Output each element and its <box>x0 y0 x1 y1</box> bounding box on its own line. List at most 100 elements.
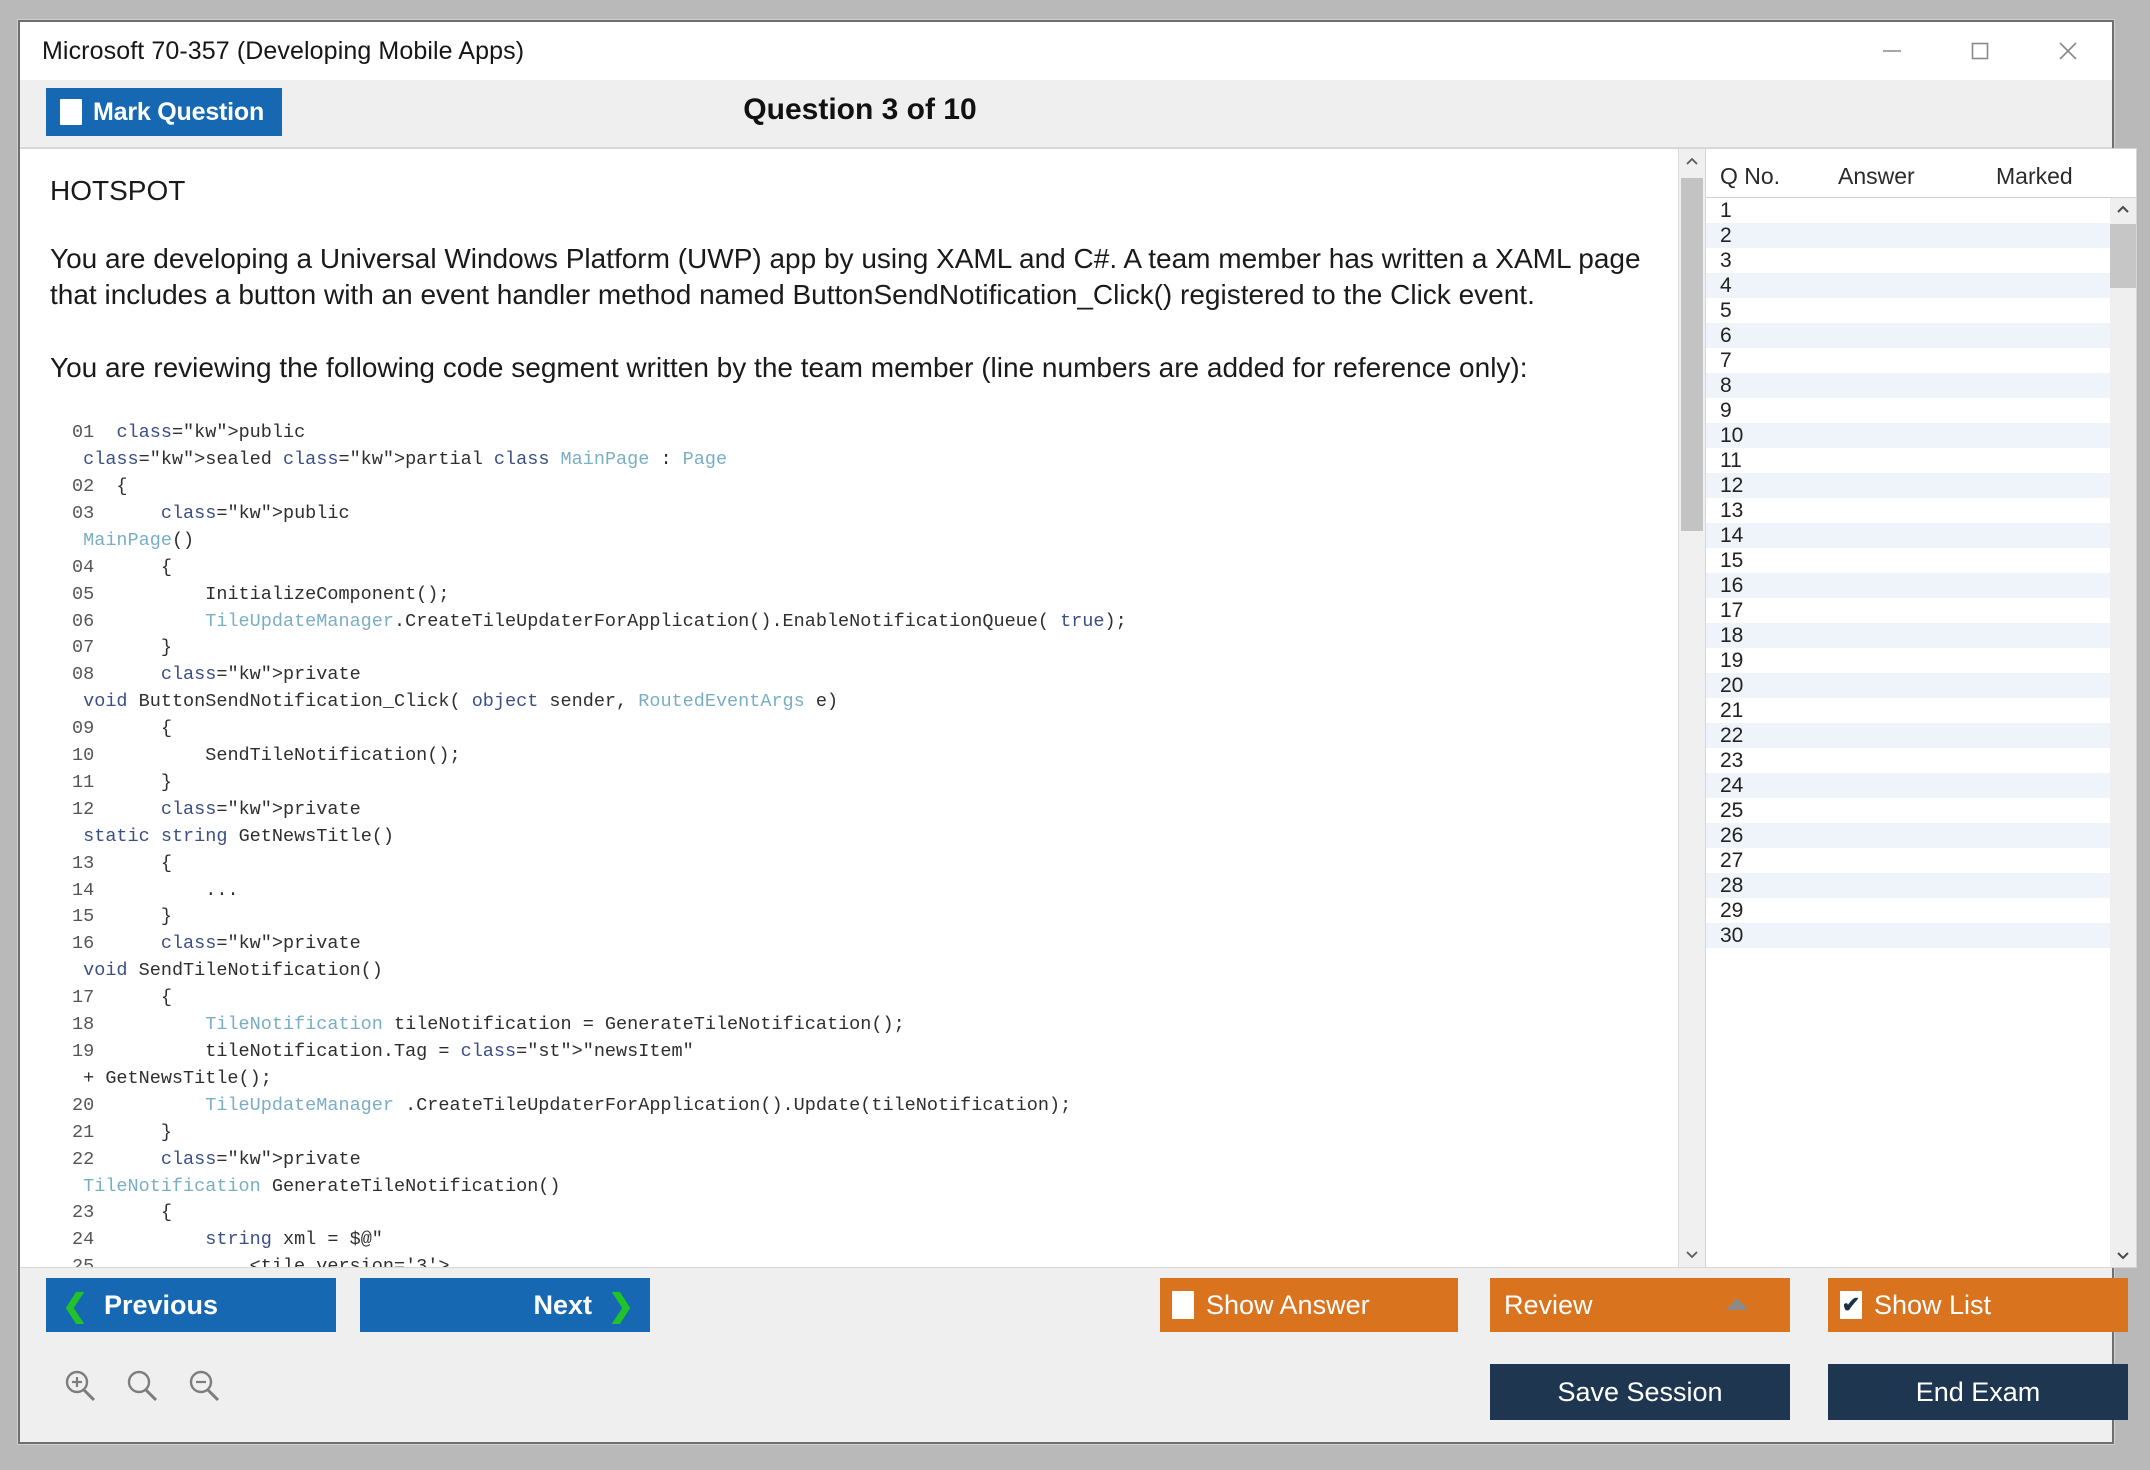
save-session-button[interactable]: Save Session <box>1490 1364 1790 1420</box>
table-row[interactable]: 16 <box>1706 573 2136 598</box>
show-list-checkbox[interactable]: ✔ <box>1840 1291 1862 1319</box>
table-row[interactable]: 1 <box>1706 198 2136 223</box>
exam-footer: ❮ Previous Next ❯ <box>20 1267 2112 1442</box>
table-row[interactable]: 18 <box>1706 623 2136 648</box>
review-label: Review <box>1504 1290 1593 1321</box>
question-list-body: 1234567891011121314151617181920212223242… <box>1706 198 2136 1267</box>
table-row[interactable]: 9 <box>1706 398 2136 423</box>
table-row[interactable]: 2 <box>1706 223 2136 248</box>
table-row[interactable]: 15 <box>1706 548 2136 573</box>
table-row[interactable]: 20 <box>1706 673 2136 698</box>
table-row[interactable]: 24 <box>1706 773 2136 798</box>
table-row[interactable]: 30 <box>1706 923 2136 948</box>
page-title: Question 3 of 10 <box>20 93 1700 127</box>
cell-qno: 26 <box>1720 824 1743 848</box>
table-row[interactable]: 26 <box>1706 823 2136 848</box>
end-exam-label: End Exam <box>1916 1377 2041 1408</box>
scroll-down-icon[interactable] <box>1679 1241 1705 1267</box>
table-row[interactable]: 5 <box>1706 298 2136 323</box>
table-row[interactable]: 10 <box>1706 423 2136 448</box>
cell-qno: 3 <box>1720 249 1732 273</box>
question-panel: HOTSPOT You are developing a Universal W… <box>20 148 1706 1268</box>
save-session-label: Save Session <box>1557 1377 1722 1408</box>
window-controls <box>1848 22 2112 80</box>
column-header-marked: Marked <box>1988 163 2136 190</box>
table-row[interactable]: 7 <box>1706 348 2136 373</box>
chevron-left-icon: ❮ <box>62 1290 88 1321</box>
cell-qno: 29 <box>1720 899 1743 923</box>
column-header-qno: Q No. <box>1706 163 1830 190</box>
question-scrollbar-thumb[interactable] <box>1681 178 1703 531</box>
minimize-icon[interactable] <box>1848 22 1936 80</box>
table-row[interactable]: 6 <box>1706 323 2136 348</box>
close-icon[interactable] <box>2024 22 2112 80</box>
previous-button[interactable]: ❮ Previous <box>46 1278 336 1332</box>
cell-qno: 28 <box>1720 874 1743 898</box>
question-list-panel: Q No. Answer Marked 12345678910111213141… <box>1706 148 2137 1268</box>
table-row[interactable]: 19 <box>1706 648 2136 673</box>
table-row[interactable]: 28 <box>1706 873 2136 898</box>
table-row[interactable]: 25 <box>1706 798 2136 823</box>
cell-qno: 16 <box>1720 574 1743 598</box>
cell-qno: 6 <box>1720 324 1732 348</box>
cell-qno: 25 <box>1720 799 1743 823</box>
question-list-scrollbar-thumb[interactable] <box>2110 224 2136 288</box>
cell-qno: 9 <box>1720 399 1732 423</box>
table-row[interactable]: 4 <box>1706 273 2136 298</box>
show-answer-button[interactable]: Show Answer <box>1160 1278 1458 1332</box>
table-row[interactable]: 21 <box>1706 698 2136 723</box>
question-content: HOTSPOT You are developing a Universal W… <box>20 149 1705 1268</box>
next-button[interactable]: Next ❯ <box>360 1278 650 1332</box>
cell-qno: 27 <box>1720 849 1743 873</box>
cell-qno: 30 <box>1720 924 1743 948</box>
review-dropdown-button[interactable]: Review <box>1490 1278 1790 1332</box>
zoom-icon[interactable] <box>122 1366 162 1406</box>
next-label: Next <box>533 1290 592 1321</box>
cell-qno: 7 <box>1720 349 1732 373</box>
list-scroll-up-icon[interactable] <box>2110 198 2136 222</box>
table-row[interactable]: 8 <box>1706 373 2136 398</box>
table-row[interactable]: 14 <box>1706 523 2136 548</box>
list-scroll-down-icon[interactable] <box>2110 1243 2136 1267</box>
table-row[interactable]: 17 <box>1706 598 2136 623</box>
cell-qno: 12 <box>1720 474 1743 498</box>
cell-qno: 14 <box>1720 524 1743 548</box>
cell-qno: 17 <box>1720 599 1743 623</box>
exam-window: Microsoft 70-357 (Developing Mobile Apps… <box>18 20 2114 1444</box>
table-row[interactable]: 29 <box>1706 898 2136 923</box>
table-row[interactable]: 3 <box>1706 248 2136 273</box>
maximize-icon[interactable] <box>1936 22 2024 80</box>
table-row[interactable]: 13 <box>1706 498 2136 523</box>
chevron-right-icon: ❯ <box>608 1290 634 1321</box>
question-rows: 1234567891011121314151617181920212223242… <box>1706 198 2136 948</box>
table-row[interactable]: 12 <box>1706 473 2136 498</box>
cell-qno: 24 <box>1720 774 1743 798</box>
zoom-out-icon[interactable] <box>184 1366 224 1406</box>
table-row[interactable]: 23 <box>1706 748 2136 773</box>
cell-qno: 11 <box>1720 449 1742 473</box>
show-list-button[interactable]: ✔ Show List <box>1828 1278 2128 1332</box>
title-bar: Microsoft 70-357 (Developing Mobile Apps… <box>20 22 2112 80</box>
zoom-in-icon[interactable] <box>60 1366 100 1406</box>
table-row[interactable]: 22 <box>1706 723 2136 748</box>
question-list-scrollbar[interactable] <box>2110 198 2136 1267</box>
cell-qno: 2 <box>1720 224 1732 248</box>
cell-qno: 22 <box>1720 724 1743 748</box>
cell-qno: 10 <box>1720 424 1743 448</box>
question-scrollbar[interactable] <box>1678 149 1705 1267</box>
previous-label: Previous <box>104 1290 218 1321</box>
show-list-label: Show List <box>1874 1290 1991 1321</box>
scroll-up-icon[interactable] <box>1679 149 1705 175</box>
table-row[interactable]: 11 <box>1706 448 2136 473</box>
end-exam-button[interactable]: End Exam <box>1828 1364 2128 1420</box>
table-row[interactable]: 27 <box>1706 848 2136 873</box>
show-answer-checkbox[interactable] <box>1172 1291 1194 1319</box>
cell-qno: 20 <box>1720 674 1743 698</box>
cell-qno: 8 <box>1720 374 1732 398</box>
exam-body: HOTSPOT You are developing a Universal W… <box>20 148 2112 1268</box>
cell-qno: 1 <box>1720 199 1732 223</box>
cell-qno: 18 <box>1720 624 1743 648</box>
cell-qno: 5 <box>1720 299 1732 323</box>
window-title: Microsoft 70-357 (Developing Mobile Apps… <box>20 37 524 66</box>
cell-qno: 21 <box>1720 699 1743 723</box>
